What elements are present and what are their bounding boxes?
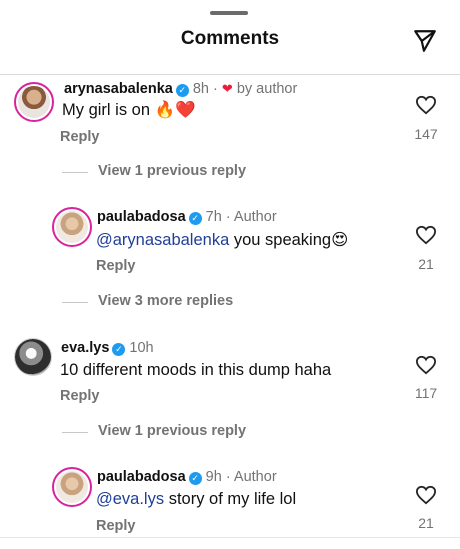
comment-text: @arynasabalenka you speaking😍 xyxy=(96,230,348,250)
heart-icon[interactable] xyxy=(415,485,437,505)
timestamp: 8h xyxy=(192,81,209,97)
comment-body: My girl is on xyxy=(62,101,151,119)
avatar[interactable] xyxy=(52,207,92,247)
avatar[interactable] xyxy=(14,82,54,122)
dot-separator: · xyxy=(213,81,218,97)
comment-meta: arynasabalenka ✓ 8h · ❤ by author xyxy=(64,81,297,97)
view-replies-button[interactable]: View 3 more replies xyxy=(62,293,362,311)
verified-badge-icon: ✓ xyxy=(188,472,202,485)
comment-meta: eva.lys ✓ 10h xyxy=(61,340,154,356)
comment-text: 10 different moods in this dump haha xyxy=(60,361,332,379)
comment-meta: paulabadosa ✓ 9h · Author xyxy=(97,469,277,485)
mention-link[interactable]: @eva.lys xyxy=(96,490,164,508)
mention-link[interactable]: @arynasabalenka xyxy=(96,231,229,249)
reply-button[interactable]: Reply xyxy=(96,518,136,534)
comment-emojis: 🔥❤️ xyxy=(154,101,196,119)
author-label: Author xyxy=(233,469,277,485)
comment-emojis: 😍 xyxy=(331,231,349,249)
view-replies-label: View 3 more replies xyxy=(98,293,234,309)
header-divider xyxy=(0,74,460,75)
username[interactable]: paulabadosa xyxy=(97,469,186,485)
like-count: 117 xyxy=(414,385,438,401)
view-replies-button[interactable]: View 1 previous reply xyxy=(62,423,362,441)
verified-badge-icon: ✓ xyxy=(175,84,189,97)
liked-by-author-heart-icon: ❤ xyxy=(221,81,233,96)
timestamp: 7h xyxy=(205,209,222,225)
timestamp: 9h xyxy=(205,469,222,485)
heart-icon[interactable] xyxy=(415,355,437,375)
username[interactable]: eva.lys xyxy=(61,340,109,356)
page-title: Comments xyxy=(180,28,280,49)
username[interactable]: paulabadosa xyxy=(97,209,186,225)
heart-icon[interactable] xyxy=(415,225,437,245)
liked-by-author-label: by author xyxy=(236,81,298,97)
avatar[interactable] xyxy=(52,467,92,507)
heart-icon[interactable] xyxy=(415,95,437,115)
avatar[interactable] xyxy=(14,338,52,376)
thread-line xyxy=(62,432,88,433)
timestamp: 10h xyxy=(129,340,154,356)
comment-text: My girl is on 🔥❤️ xyxy=(62,101,196,120)
verified-badge-icon: ✓ xyxy=(188,212,202,225)
dot-separator: · xyxy=(225,469,231,485)
drag-handle[interactable] xyxy=(210,11,248,15)
verified-badge-icon: ✓ xyxy=(112,343,126,356)
comment-meta: paulabadosa ✓ 7h · Author xyxy=(97,209,277,225)
author-label: Author xyxy=(233,209,277,225)
reply-button[interactable]: Reply xyxy=(96,258,136,274)
paper-plane-icon[interactable] xyxy=(412,28,438,54)
comment-body: you speaking xyxy=(233,231,332,249)
thread-line xyxy=(62,302,88,303)
reply-button[interactable]: Reply xyxy=(60,129,100,145)
thread-line xyxy=(62,172,88,173)
like-count: 21 xyxy=(418,515,434,531)
view-replies-button[interactable]: View 1 previous reply xyxy=(62,163,362,181)
username[interactable]: arynasabalenka xyxy=(64,81,173,97)
reply-button[interactable]: Reply xyxy=(60,388,100,404)
like-count: 21 xyxy=(418,256,434,272)
comment-text: @eva.lys story of my life lol xyxy=(96,490,296,509)
view-replies-label: View 1 previous reply xyxy=(98,163,247,179)
bottom-divider xyxy=(0,537,460,538)
view-replies-label: View 1 previous reply xyxy=(98,423,247,439)
comments-sheet: Comments arynasabalenka ✓ 8h · ❤ by autho… xyxy=(0,0,460,549)
comment-body: story of my life lol xyxy=(168,490,297,508)
like-count: 147 xyxy=(414,126,438,142)
dot-separator: · xyxy=(225,209,231,225)
